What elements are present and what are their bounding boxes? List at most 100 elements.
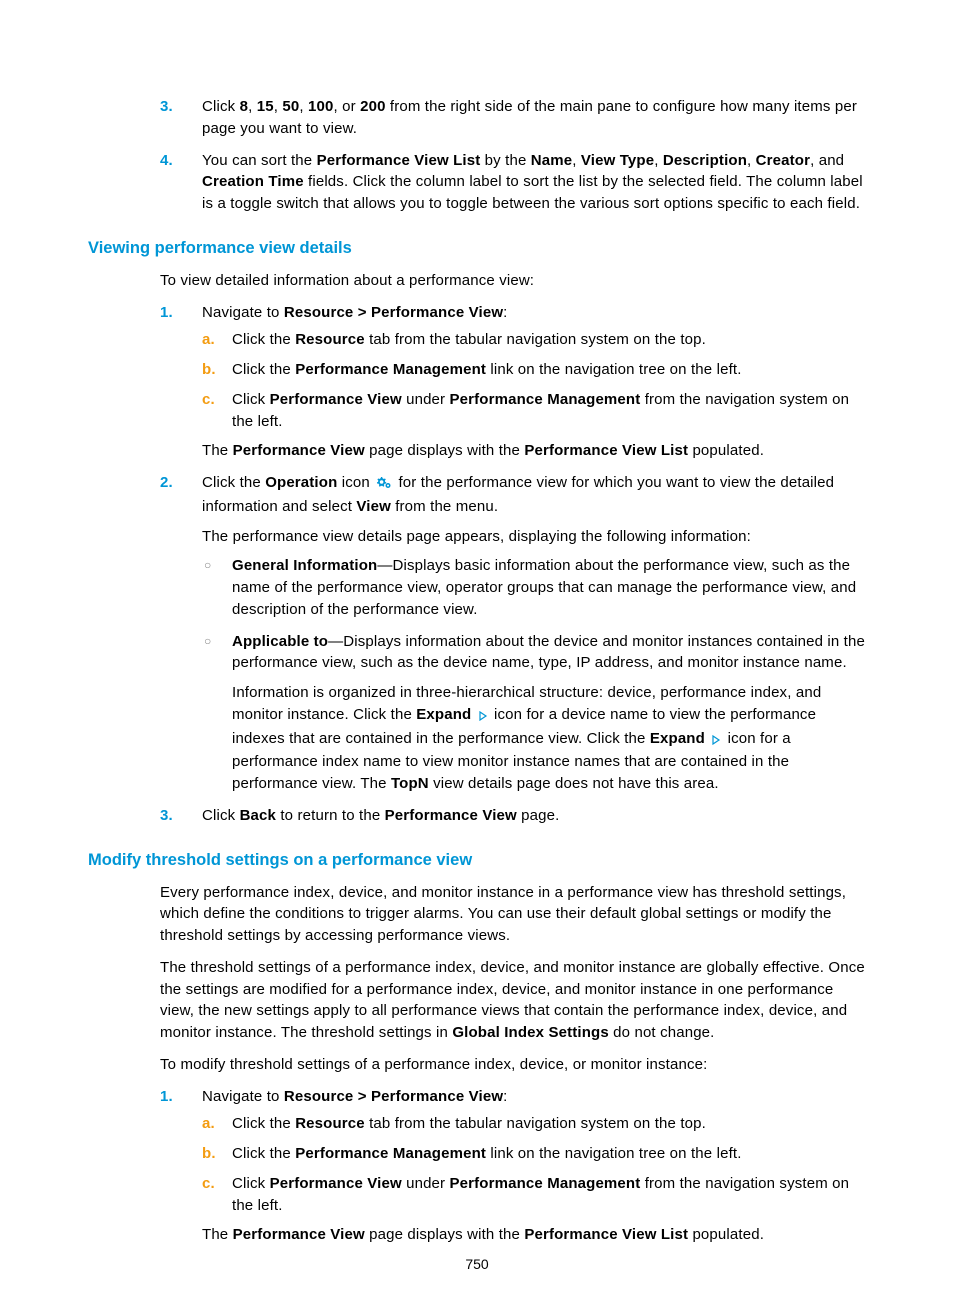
text: ,	[747, 152, 756, 169]
bold: Creator	[756, 152, 810, 169]
bold: Operation	[265, 474, 337, 491]
text: page displays with the	[365, 442, 525, 459]
bold: Performance View	[270, 391, 402, 408]
list-marker: 2.	[160, 472, 173, 494]
list-item-3: 3. Click 8, 15, 50, 100, or 200 from the…	[160, 96, 869, 140]
bold: Performance Management	[450, 391, 641, 408]
bold: Expand	[650, 730, 705, 747]
text: :	[503, 1088, 507, 1105]
text: do not change.	[609, 1024, 715, 1041]
sub-item-a: a. Click the Resource tab from the tabul…	[202, 1113, 869, 1135]
text: , and	[810, 152, 844, 169]
bold: 200	[360, 98, 385, 115]
text: populated.	[688, 1226, 764, 1243]
bold: Performance Management	[450, 1175, 641, 1192]
text: Navigate to	[202, 304, 284, 321]
ordered-list-sec1: 1. Navigate to Resource > Performance Vi…	[160, 302, 869, 827]
bold: TopN	[391, 775, 429, 792]
list-item-1: 1. Navigate to Resource > Performance Vi…	[160, 302, 869, 463]
text: Click	[202, 807, 240, 824]
text: ,	[572, 152, 581, 169]
text: from the menu.	[391, 498, 498, 515]
text: ,	[299, 98, 308, 115]
expand-triangle-icon	[478, 708, 492, 725]
text: The	[202, 1226, 233, 1243]
bold: Creation Time	[202, 173, 304, 190]
list-item-4: 4. You can sort the Performance View Lis…	[160, 150, 869, 215]
text: populated.	[688, 442, 764, 459]
bullet-list: ○ General Information—Displays basic inf…	[202, 555, 869, 795]
bold: Performance Management	[295, 361, 486, 378]
circle-bullet-icon: ○	[204, 557, 211, 574]
bullet-item: ○ General Information—Displays basic inf…	[202, 555, 869, 620]
list-marker: 3.	[160, 805, 173, 827]
text: under	[402, 1175, 450, 1192]
bold: Performance View	[385, 807, 517, 824]
document-page: 3. Click 8, 15, 50, 100, or 200 from the…	[0, 0, 954, 1316]
bold: General Information	[232, 557, 377, 574]
paragraph: Every performance index, device, and mon…	[160, 882, 869, 947]
ordered-list-sec2: 1. Navigate to Resource > Performance Vi…	[160, 1086, 869, 1247]
text: page displays with the	[365, 1226, 525, 1243]
text: link on the navigation tree on the left.	[486, 1145, 741, 1162]
text: You can sort the	[202, 152, 317, 169]
bold: Name	[531, 152, 572, 169]
followup-text: The Performance View page displays with …	[202, 440, 869, 462]
section-heading-modify-threshold: Modify threshold settings on a performan…	[88, 851, 869, 870]
text: Click the	[202, 474, 265, 491]
followup-text: The Performance View page displays with …	[202, 1224, 869, 1246]
text: , or	[333, 98, 360, 115]
text: ,	[654, 152, 663, 169]
ordered-list-continuation: 3. Click 8, 15, 50, 100, or 200 from the…	[160, 96, 869, 215]
bold: Resource	[295, 331, 365, 348]
bold: Resource > Performance View	[284, 304, 503, 321]
bold: Performance View List	[317, 152, 481, 169]
list-marker: c.	[202, 389, 215, 411]
text: by the	[480, 152, 530, 169]
intro-paragraph: To view detailed information about a per…	[160, 270, 869, 292]
list-marker: b.	[202, 359, 216, 381]
text: Navigate to	[202, 1088, 284, 1105]
text: ,	[248, 98, 257, 115]
text: tab from the tabular navigation system o…	[365, 331, 706, 348]
list-item-2: 2. Click the Operation icon for the perf…	[160, 472, 869, 795]
followup-text: The performance view details page appear…	[202, 526, 869, 548]
bold: Applicable to	[232, 633, 328, 650]
bold: Performance View	[270, 1175, 402, 1192]
section-heading-viewing-details: Viewing performance view details	[88, 239, 869, 258]
text: Click	[202, 98, 240, 115]
list-marker: 4.	[160, 150, 173, 172]
text: :	[503, 304, 507, 321]
ordered-list-alpha: a. Click the Resource tab from the tabul…	[202, 1113, 869, 1216]
paragraph: To modify threshold settings of a perfor…	[160, 1054, 869, 1076]
bullet-item: ○ Applicable to—Displays information abo…	[202, 631, 869, 795]
bold: Performance View	[233, 442, 365, 459]
bold: View Type	[581, 152, 654, 169]
sub-item-b: b. Click the Performance Management link…	[202, 1143, 869, 1165]
text: to return to the	[276, 807, 385, 824]
bold: Description	[663, 152, 747, 169]
expand-triangle-icon	[711, 732, 725, 749]
bold: 8	[240, 98, 249, 115]
text: icon	[337, 474, 374, 491]
circle-bullet-icon: ○	[204, 633, 211, 650]
text: The	[202, 442, 233, 459]
bold: Performance View	[233, 1226, 365, 1243]
text: Click the	[232, 1145, 295, 1162]
sub-item-b: b. Click the Performance Management link…	[202, 359, 869, 381]
bold: View	[356, 498, 391, 515]
text: tab from the tabular navigation system o…	[365, 1115, 706, 1132]
bold: Performance View List	[524, 1226, 688, 1243]
list-marker: 1.	[160, 1086, 173, 1108]
ordered-list-alpha: a. Click the Resource tab from the tabul…	[202, 329, 869, 432]
text: Click	[232, 391, 270, 408]
bold: Performance View List	[524, 442, 688, 459]
bold: Back	[240, 807, 276, 824]
text: Click the	[232, 1115, 295, 1132]
bold: Resource > Performance View	[284, 1088, 503, 1105]
list-marker: b.	[202, 1143, 216, 1165]
text: link on the navigation tree on the left.	[486, 361, 741, 378]
text: Click	[232, 1175, 270, 1192]
text: under	[402, 391, 450, 408]
text: page.	[517, 807, 560, 824]
